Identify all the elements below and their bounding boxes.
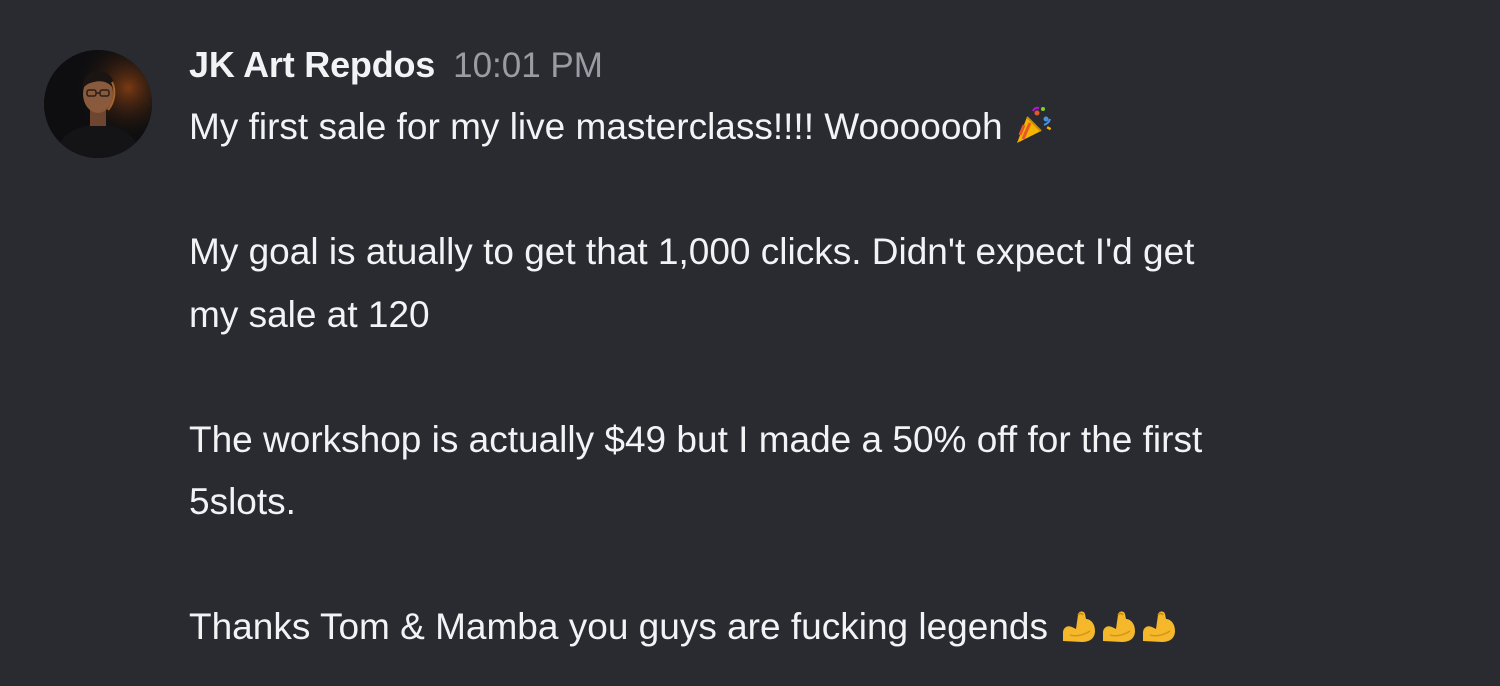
flexed-biceps-icon [1143,611,1175,642]
message-text: The workshop is actually $49 but I made … [189,418,1203,460]
message-content: JK Art Repdos 10:01 PM My first sale for… [189,44,1479,659]
message-text: my sale at 120 [189,293,430,335]
message-text: Thanks Tom & Mamba you guys are fucking … [189,606,1048,647]
flexed-biceps-group [1060,607,1178,645]
message-line: my sale at 120 [189,284,1479,347]
message-line: 5slots. [189,471,1479,534]
message-line: My goal is atually to get that 1,000 cli… [189,221,1479,284]
message-line: The workshop is actually $49 but I made … [189,409,1479,472]
message-text: My first sale for my live masterclass!!!… [189,106,1003,147]
flexed-biceps-icon [1063,611,1095,642]
message-line: Thanks Tom & Mamba you guys are fucking … [189,596,1479,659]
avatar-photo [44,50,152,158]
message-header: JK Art Repdos 10:01 PM [189,44,1479,96]
chat-message: JK Art Repdos 10:01 PM My first sale for… [0,0,1500,686]
message-text: 5slots. [189,481,296,522]
party-popper-icon [1013,105,1053,145]
timestamp[interactable]: 10:01 PM [453,46,603,86]
message-line: My first sale for my live masterclass!!!… [189,96,1479,159]
avatar[interactable] [44,50,152,158]
message-text: My goal is atually to get that 1,000 cli… [189,231,1195,272]
author-name[interactable]: JK Art Repdos [189,44,435,86]
flexed-biceps-icon [1103,611,1135,642]
